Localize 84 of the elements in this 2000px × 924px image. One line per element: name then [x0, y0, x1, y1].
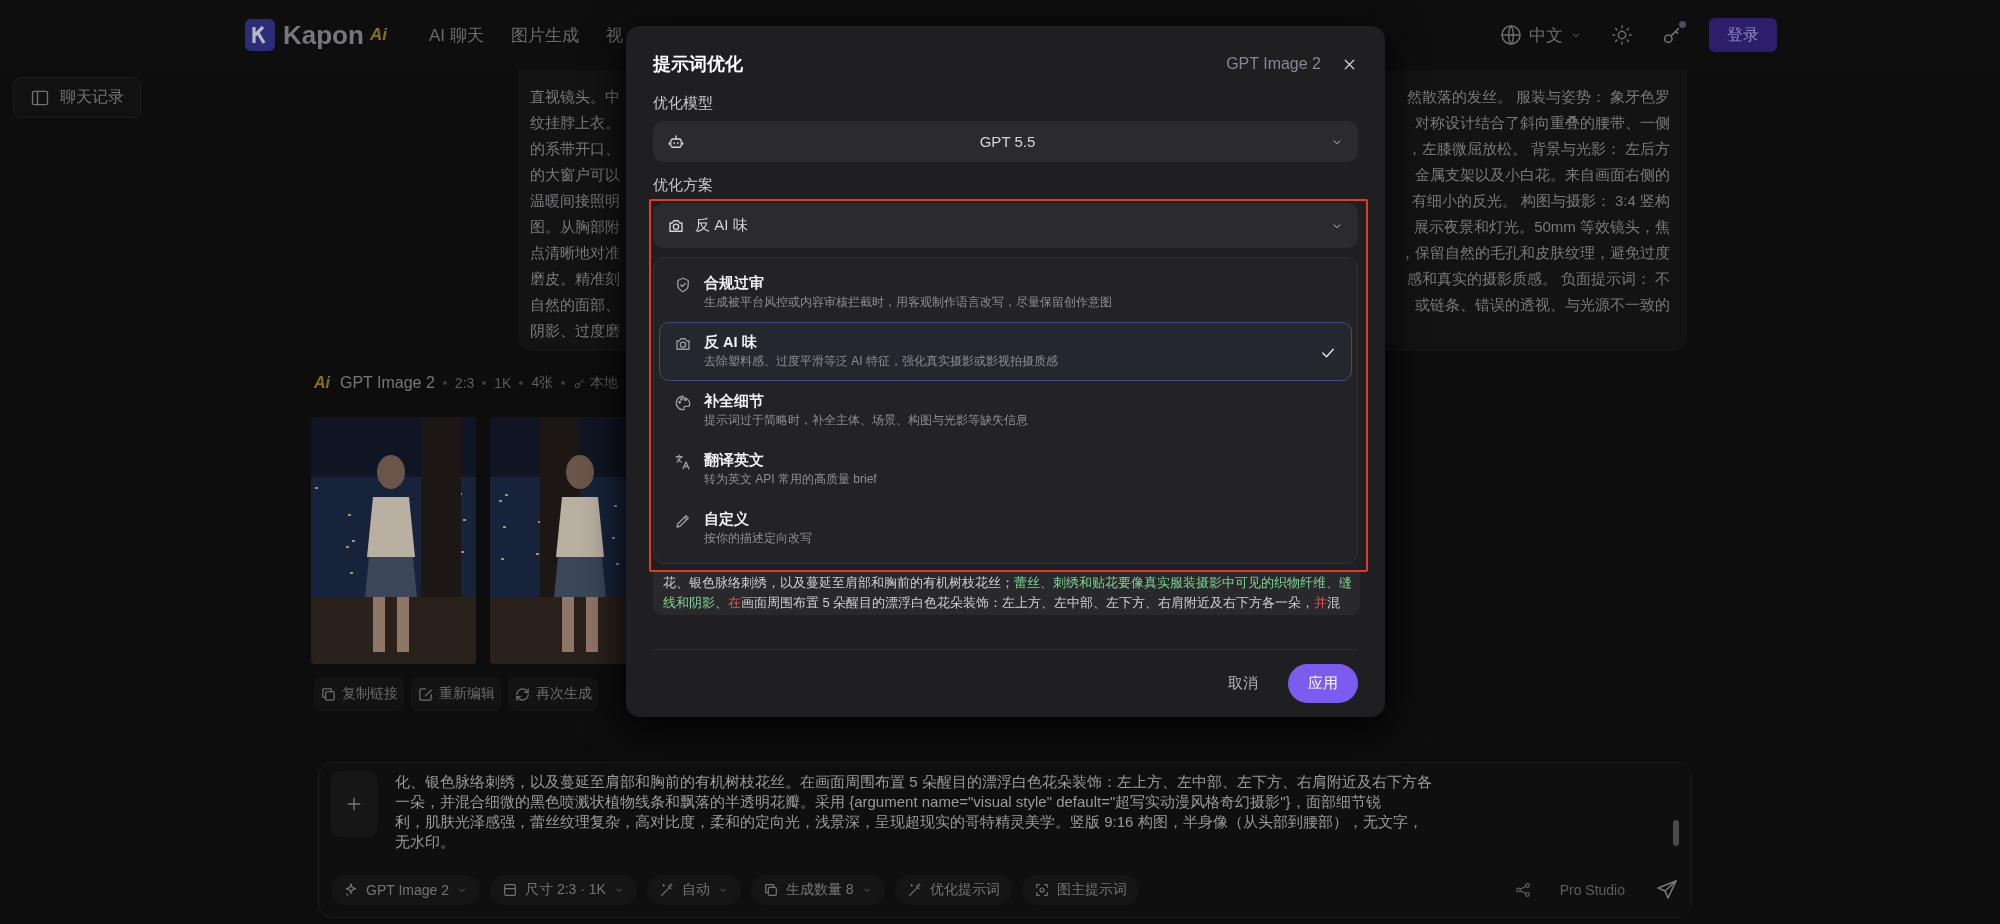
action-button[interactable]: 重新编辑 [411, 677, 501, 711]
prompt-text: 的大窗户可以 [530, 165, 620, 185]
pro-studio-link[interactable]: Pro Studio [1559, 882, 1625, 898]
prompt-text: 对称设计结合了斜向重叠的腰带、一侧 [1415, 113, 1670, 133]
prompt-text: ，保留自然的毛孔和皮肤纹理，避免过度 [1400, 243, 1670, 263]
prompt-text: 图。从胸部附 [530, 217, 620, 237]
send-icon [1655, 878, 1679, 902]
action-button[interactable]: 再次生成 [508, 677, 598, 711]
translate-icon [674, 453, 692, 471]
toolbar-chip[interactable]: 生成数量 8 [750, 875, 885, 905]
prompt-text: 温暖间接照明 [530, 191, 620, 211]
palette-icon [674, 394, 692, 412]
key-button[interactable] [1661, 24, 1683, 46]
brand-label: Ai [369, 25, 387, 45]
scrollbar-thumb[interactable] [1673, 820, 1679, 846]
prompt-text: 纹挂脖上衣。 [530, 113, 620, 133]
sparkle-icon [343, 882, 359, 898]
shield-icon [674, 276, 692, 294]
field-label: 优化模型 [653, 93, 714, 113]
scheme-select[interactable]: 反 AI 味 [653, 203, 1358, 248]
meta-text: GPT Image 2 [340, 374, 435, 392]
toolbar-chip[interactable]: 尺寸 2:3 · 1K [490, 875, 637, 905]
toolbar-chip[interactable]: 图主提示词 [1021, 875, 1139, 905]
meta-text: 1K [494, 375, 512, 391]
language-selector[interactable]: 中文 [1499, 23, 1583, 47]
model-label: Ai [314, 374, 330, 392]
prompt-text: 点清晰地对准 [530, 243, 620, 263]
prompt-text: 感和真实的摄影质感。 负面提示词： 不 [1406, 269, 1670, 289]
prompt-text: 金属支架以及小白花。来自画面右侧的 [1415, 165, 1670, 185]
nav-link[interactable]: 视 [605, 23, 623, 47]
model-tag: GPT Image 2 [1226, 55, 1321, 73]
wand-icon [658, 882, 675, 898]
notification-dot [1679, 21, 1686, 28]
toolbar-chip[interactable]: GPT Image 2 [331, 875, 480, 905]
prompt-text: 有细小的反光。 构图与摄影： 3:4 竖构 [1411, 191, 1670, 211]
apply-button[interactable]: 应用 [1288, 664, 1358, 703]
prompt-text: 的系带开口、 [530, 139, 620, 159]
nav-link[interactable]: AI 聊天 [428, 23, 484, 47]
meta-text: 2:3 [454, 375, 475, 391]
key-icon [573, 376, 587, 390]
chat-history-button[interactable]: 聊天记录 [13, 77, 141, 118]
prompt-text: ，左膝微屈放松。 背景与光影： 左后方 [1406, 139, 1670, 159]
share-button[interactable] [1513, 881, 1532, 899]
edit-icon [417, 685, 434, 703]
prompt-text: 磨皮。精准刻 [530, 269, 620, 289]
dropdown-option[interactable]: 补全细节 提示词过于简略时，补全主体、场景、构图与光影等缺失信息 [659, 381, 1352, 440]
prompt-input[interactable]: 化、银色脉络刺绣，以及蔓延至肩部和胸前的有机树枝花丝。在画面周围布置 5 朵醒目的漂浮白色花朵装饰：左上方、左中部、左下方、右肩附近及右下方各 一朵，并混合细微的黑色喷溅状植物线条和飘落的半透明花瓣。采用 {argument name="visual style" default="超写实动漫风格奇幻摄影"}，面部细节锐 利，肌肤光泽感强，蕾丝纹理复杂，高对比度，柔和的定向光，浅景深，呈现超现实的哥特精灵美学。竖版 9:16 构图，半身像（从头部到腰部），无文字， 无水印。 [395, 770, 1655, 852]
copy-icon [320, 685, 337, 703]
toolbar-chip[interactable]: 优化提示词 [894, 875, 1012, 905]
wand-icon [906, 882, 923, 898]
dropdown-option[interactable]: 自定义 按你的描述定向改写 [659, 499, 1352, 558]
pencil-icon [674, 512, 692, 530]
cancel-button[interactable]: 取消 [1222, 674, 1264, 693]
sun-icon [1611, 24, 1633, 46]
prompt-preview: 花、银色脉络刺绣，以及蔓延至肩部和胸前的有机树枝花丝；蕾丝、刺绣和贴花要像真实服装摄影中可见的织物纤维、缝 线和阴影、在画面周围布置 5 朵醒目的漂浮白色花朵装饰：左上方、左中部、左下方、右肩附近及右下方各一朵，并混 [653, 572, 1360, 615]
camera-icon [674, 335, 692, 353]
scan-icon [1033, 882, 1050, 898]
share-icon [1513, 881, 1532, 899]
model-select[interactable]: GPT 5.5 [653, 121, 1358, 162]
login-button[interactable]: 登录 [1709, 18, 1777, 52]
dialog-title: 提示词优化 [653, 53, 743, 76]
toolbar-chip[interactable]: 自动 [646, 875, 741, 905]
prompt-text: 或链条、错误的透视、与光源不一致的 [1415, 295, 1670, 315]
nav-link[interactable]: 图片生成 [510, 23, 579, 47]
prompt-text: 自然的面部、 [530, 295, 620, 315]
meta-text: 4张 [531, 374, 554, 392]
prompt-text: 阴影、过度磨 [530, 321, 620, 341]
prompt-text: 然散落的发丝。 服装与姿势： 象牙色罗 [1406, 87, 1670, 107]
frame-icon [502, 882, 518, 898]
theme-toggle[interactable] [1611, 24, 1633, 46]
brand-name: Kapon [283, 19, 364, 51]
dropdown-option[interactable]: 翻译英文 转为英文 API 常用的高质量 brief [659, 440, 1352, 499]
action-button[interactable]: 复制链接 [314, 677, 404, 711]
field-label: 优化方案 [653, 175, 714, 195]
source-label: 本地 [590, 374, 619, 392]
prompt-text: 直视镜头。中 [530, 87, 620, 107]
dropdown-option[interactable]: 合规过审 生成被平台风控或内容审核拦截时，用客观制作语言改写，尽量保留创作意图 [659, 263, 1352, 322]
globe-icon [1499, 23, 1523, 47]
prompt-text: 展示夜景和灯光。50mm 等效镜头，焦 [1414, 217, 1670, 237]
send-button[interactable] [1655, 878, 1679, 902]
dropdown-option[interactable]: 反 AI 味 去除塑料感、过度平滑等泛 AI 特征，强化真实摄影或影视拍摄质感 [659, 322, 1352, 381]
refresh-icon [514, 685, 531, 703]
logo-icon [245, 19, 275, 51]
copy-icon [762, 882, 779, 898]
